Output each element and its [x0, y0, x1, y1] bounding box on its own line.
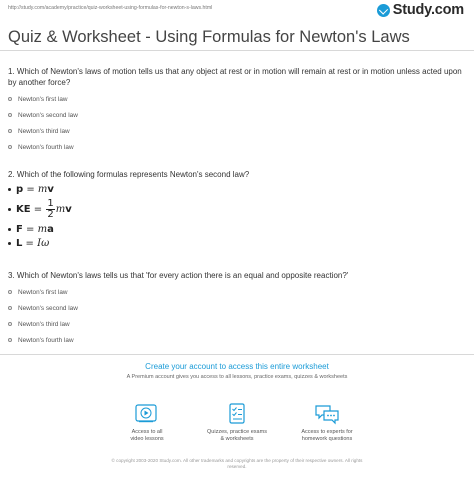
bullet-icon — [8, 187, 11, 191]
feature-label-line2: homework questions — [301, 436, 353, 442]
study-logo-icon — [376, 3, 390, 17]
feature-experts[interactable]: Access to experts for homework questions — [277, 403, 377, 443]
url-bar: http://study.com/academy/practice/quiz-w… — [8, 5, 213, 11]
question-2-option-c[interactable]: F = ma — [8, 222, 208, 236]
fraction: 12 — [46, 197, 55, 220]
option-label: Newton's first law — [18, 95, 68, 103]
radio-button[interactable] — [8, 97, 12, 101]
feature-label-line1: Access to experts for — [301, 429, 353, 435]
question-3-text: 3. Which of Newton's laws tells us that … — [8, 271, 349, 280]
radio-button[interactable] — [8, 306, 12, 310]
question-1-options: Newton's first law Newton's second law N… — [8, 91, 308, 155]
question-1-text: 1. Which of Newton's laws of motion tell… — [8, 67, 462, 87]
radio-button[interactable] — [8, 145, 12, 149]
chat-icon — [315, 405, 339, 425]
question-2-option-d[interactable]: L = Iω — [8, 236, 208, 250]
video-icon — [135, 404, 157, 423]
copyright-line2: reserved. — [227, 464, 247, 469]
option-label: Newton's fourth law — [18, 336, 74, 344]
question-2-text: 2. Which of the following formulas repre… — [8, 170, 250, 179]
feature-video-lessons[interactable]: Access to all video lessons — [97, 403, 197, 443]
bullet-icon — [8, 241, 11, 245]
quiz-icon — [229, 403, 245, 424]
promo-title-link[interactable]: Create your account to access this entir… — [0, 362, 474, 371]
feature-quizzes[interactable]: Quizzes, practice exams & worksheets — [187, 403, 287, 443]
radio-button[interactable] — [8, 129, 12, 133]
question-3-option-d[interactable]: Newton's fourth law — [8, 332, 308, 348]
promo-subtitle: A Premium account gives you access to al… — [126, 374, 348, 380]
study-logo[interactable]: Study.com — [376, 2, 464, 18]
option-label: Newton's second law — [18, 111, 78, 119]
title-divider — [0, 50, 474, 51]
feature-label-line2: & worksheets — [220, 436, 254, 442]
feature-label-line1: Access to all — [131, 429, 163, 435]
option-label: Newton's third law — [18, 127, 70, 135]
question-3-option-b[interactable]: Newton's second law — [8, 300, 308, 316]
question-2-option-a[interactable]: p = mv — [8, 182, 208, 196]
option-label: Newton's first law — [18, 288, 68, 296]
radio-button[interactable] — [8, 338, 12, 342]
bullet-icon — [8, 207, 11, 211]
page-title: Quiz & Worksheet - Using Formulas for Ne… — [8, 28, 410, 46]
question-2-options: p = mv KE = 12 mv F = ma L = Iω — [8, 182, 208, 250]
feature-label-line2: video lessons — [130, 436, 164, 442]
bullet-icon — [8, 227, 11, 231]
option-label: Newton's second law — [18, 304, 78, 312]
radio-button[interactable] — [8, 290, 12, 294]
question-1-option-d[interactable]: Newton's fourth law — [8, 139, 308, 155]
question-3-options: Newton's first law Newton's second law N… — [8, 284, 308, 348]
study-logo-text: Study.com — [392, 2, 464, 18]
question-3-option-a[interactable]: Newton's first law — [8, 284, 308, 300]
promo-divider — [0, 354, 474, 355]
radio-button[interactable] — [8, 322, 12, 326]
question-1-option-b[interactable]: Newton's second law — [8, 107, 308, 123]
feature-label-line1: Quizzes, practice exams — [207, 429, 267, 435]
question-1-option-c[interactable]: Newton's third law — [8, 123, 308, 139]
option-label: Newton's third law — [18, 320, 70, 328]
question-3-option-c[interactable]: Newton's third law — [8, 316, 308, 332]
copyright-footer: © copyright 2003-2020 Study.com. All oth… — [60, 458, 414, 470]
question-2-option-b[interactable]: KE = 12 mv — [8, 196, 208, 222]
radio-button[interactable] — [8, 113, 12, 117]
question-1-option-a[interactable]: Newton's first law — [8, 91, 308, 107]
option-label: Newton's fourth law — [18, 143, 74, 151]
